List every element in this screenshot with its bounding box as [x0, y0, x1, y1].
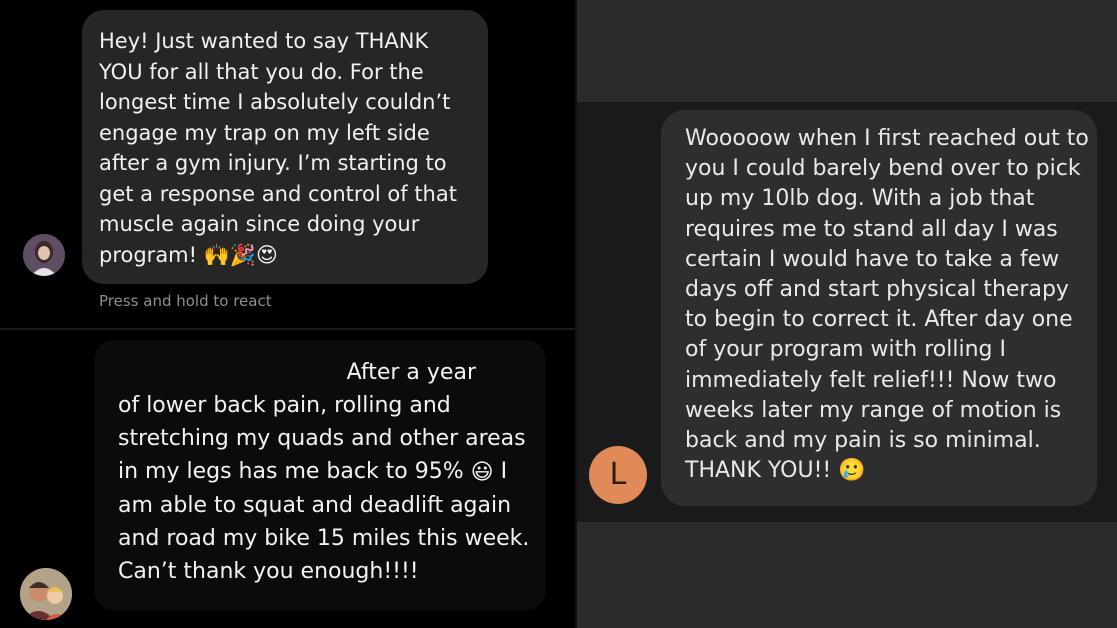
message-text: Wooooow when I first reached out to you …	[685, 126, 1089, 484]
message-panel-bottom-left: After a year of lower back pain, rolling …	[0, 330, 575, 628]
avatar[interactable]	[20, 568, 72, 620]
message-text-first-line: After a year	[346, 360, 476, 385]
message-bubble[interactable]: Hey! Just wanted to say THANK YOU for al…	[82, 10, 488, 284]
message-panel-right: Wooooow when I first reached out to you …	[577, 0, 1117, 628]
emoji-reaction-group: 🙌🎉😍	[203, 243, 278, 268]
message-text: of lower back pain, rolling and stretchi…	[118, 393, 526, 484]
smiley-emoji: 😃	[470, 459, 494, 485]
message-panel-top-left: Hey! Just wanted to say THANK YOU for al…	[0, 0, 575, 328]
avatar[interactable]	[23, 234, 65, 276]
top-bar	[577, 0, 1117, 102]
bottom-bar	[577, 522, 1117, 628]
message-text: Hey! Just wanted to say THANK YOU for al…	[99, 29, 457, 267]
press-hold-hint: Press and hold to react	[99, 292, 272, 310]
avatar-letter[interactable]: L	[589, 446, 647, 504]
user-photo-icon	[23, 234, 65, 276]
message-bubble[interactable]: After a year of lower back pain, rolling …	[94, 340, 546, 610]
tear-smile-emoji: 🥲	[838, 458, 866, 484]
message-bubble[interactable]: Wooooow when I first reached out to you …	[661, 110, 1097, 506]
user-photo-icon	[20, 568, 72, 620]
